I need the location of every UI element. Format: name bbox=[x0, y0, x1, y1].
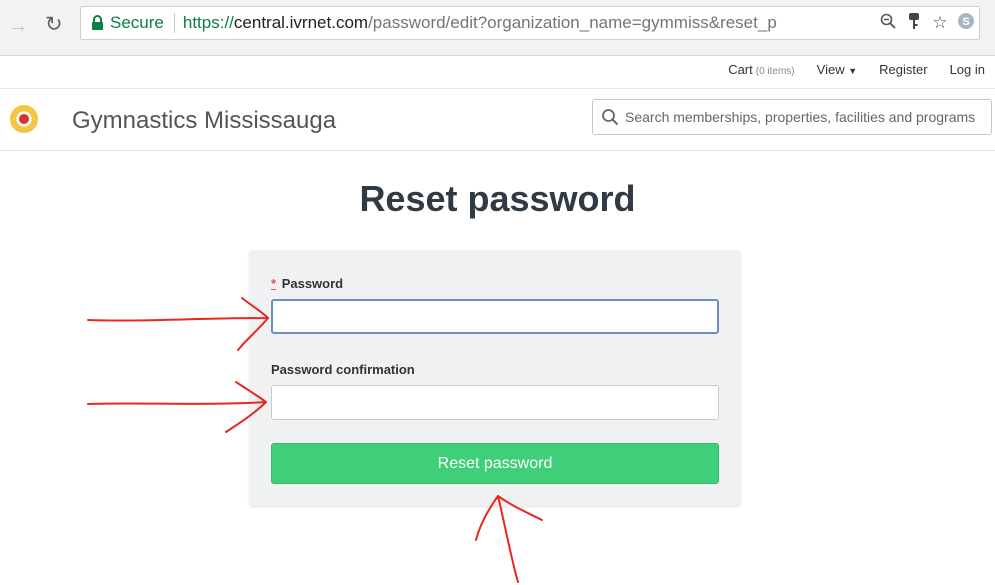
omnibox-divider bbox=[173, 13, 175, 33]
top-utility-nav: Cart (0 items) View ▼ Register Log in bbox=[728, 62, 985, 77]
bookmark-star-icon[interactable]: ☆ bbox=[927, 13, 953, 33]
browser-toolbar: → ↻ Secure https:// central.ivrnet.com /… bbox=[0, 0, 995, 56]
skype-extension-icon[interactable]: S bbox=[953, 12, 979, 35]
password-confirmation-field[interactable] bbox=[271, 385, 719, 420]
search-icon bbox=[601, 108, 619, 126]
annotation-arrow-confirmation bbox=[87, 381, 267, 433]
site-header: Gymnastics Mississauga bbox=[0, 89, 995, 151]
lock-icon bbox=[91, 15, 104, 31]
url-host: central.ivrnet.com bbox=[233, 13, 369, 32]
caret-down-icon: ▼ bbox=[848, 66, 858, 76]
password-label-text: Password bbox=[281, 276, 344, 291]
reset-password-form: * Password Password confirmation Reset p… bbox=[249, 250, 741, 506]
register-link[interactable]: Register bbox=[879, 62, 927, 77]
cart-label: Cart bbox=[728, 62, 753, 77]
view-label: View bbox=[816, 62, 845, 77]
reload-icon[interactable]: ↻ bbox=[45, 14, 63, 35]
annotation-arrow-submit bbox=[475, 495, 543, 583]
search-box[interactable] bbox=[592, 99, 992, 135]
reset-password-button[interactable]: Reset password bbox=[271, 443, 719, 484]
omnibox-actions: ☆ S bbox=[869, 7, 979, 39]
annotation-arrow-password bbox=[87, 297, 269, 351]
svg-text:S: S bbox=[962, 16, 969, 28]
url-scheme: https:// bbox=[182, 13, 234, 32]
address-bar[interactable]: Secure https:// central.ivrnet.com /pass… bbox=[80, 6, 980, 40]
password-field[interactable] bbox=[271, 299, 719, 334]
key-icon[interactable] bbox=[901, 12, 927, 35]
password-label: * Password bbox=[271, 276, 343, 291]
search-input[interactable] bbox=[625, 109, 991, 125]
cart-link[interactable]: Cart (0 items) bbox=[728, 62, 794, 77]
view-dropdown[interactable]: View ▼ bbox=[817, 62, 858, 77]
secure-label: Secure bbox=[110, 13, 164, 32]
password-confirmation-label: Password confirmation bbox=[271, 362, 415, 377]
site-name[interactable]: Gymnastics Mississauga bbox=[72, 107, 336, 135]
zoom-out-icon[interactable] bbox=[875, 13, 901, 34]
forward-arrow-icon[interactable]: → bbox=[8, 16, 28, 36]
cart-count: (0 items) bbox=[755, 66, 795, 77]
page-title: Reset password bbox=[359, 178, 636, 219]
login-link[interactable]: Log in bbox=[950, 62, 985, 77]
url-path: /password/edit?organization_name=gymmiss… bbox=[368, 13, 777, 32]
logo-emblem bbox=[19, 114, 29, 124]
organization-logo[interactable] bbox=[10, 105, 38, 133]
required-marker: * bbox=[271, 276, 277, 291]
